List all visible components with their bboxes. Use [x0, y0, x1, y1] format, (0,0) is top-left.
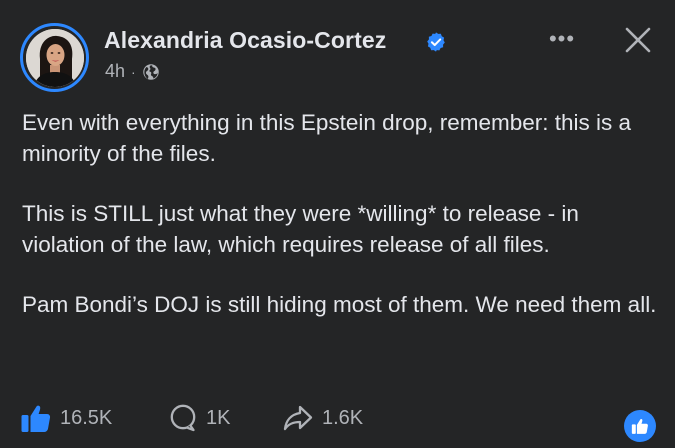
author-name[interactable]: Alexandria Ocasio-Cortez — [104, 27, 386, 54]
post-paragraph: Even with everything in this Epstein dro… — [22, 110, 632, 166]
verified-badge-icon — [427, 32, 445, 52]
post-actions: 16.5K 1K 1.6K — [0, 396, 675, 440]
thumbs-up-icon — [21, 405, 51, 432]
post-timestamp[interactable]: 4h — [105, 61, 125, 82]
like-count: 16.5K — [60, 406, 113, 429]
comment-count: 1K — [206, 406, 231, 429]
post-meta: 4h · — [105, 61, 160, 82]
comment-button[interactable]: 1K — [168, 396, 230, 440]
globe-icon — [142, 63, 159, 80]
avatar-image — [25, 28, 84, 87]
post-paragraph: Pam Bondi’s DOJ is still hiding most of … — [22, 292, 657, 317]
more-options-icon: ••• — [548, 26, 576, 51]
meta-separator: · — [131, 63, 136, 80]
post-text: Even with everything in this Epstein dro… — [22, 108, 662, 321]
thumbs-up-icon — [631, 419, 648, 434]
like-button[interactable]: 16.5K — [20, 396, 112, 440]
share-icon — [283, 405, 313, 431]
share-button[interactable]: 1.6K — [282, 396, 363, 440]
post-paragraph: This is STILL just what they were *willi… — [22, 201, 579, 257]
share-count: 1.6K — [322, 406, 364, 429]
close-icon[interactable] — [620, 22, 656, 58]
comment-icon — [170, 404, 196, 432]
more-options-button[interactable]: ••• — [543, 25, 581, 53]
facebook-post: Alexandria Ocasio-Cortez 4h · ••• Even w… — [0, 0, 675, 448]
floating-like-button[interactable] — [624, 410, 656, 442]
avatar[interactable] — [20, 23, 89, 92]
